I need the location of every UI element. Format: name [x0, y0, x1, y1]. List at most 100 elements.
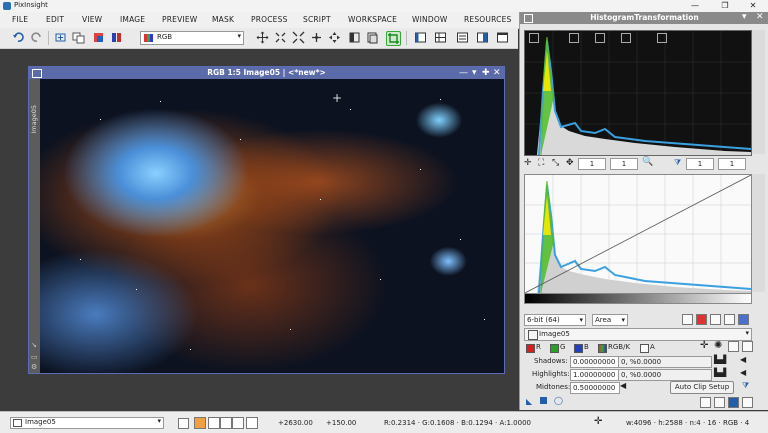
layout-stack-icon[interactable] — [476, 31, 489, 44]
menu-workspace[interactable]: WORKSPACE — [348, 15, 397, 24]
layout-left-icon[interactable] — [414, 31, 427, 44]
reset-all-icon[interactable] — [742, 397, 753, 408]
close-window-icon[interactable]: ✕ — [493, 67, 501, 79]
plot-mode-icon[interactable] — [595, 33, 605, 43]
undo-icon[interactable] — [12, 31, 25, 44]
arrow-down-icon[interactable]: ⧩ — [674, 158, 681, 168]
maximize-window-icon[interactable]: ✚ — [482, 67, 490, 79]
shade-window-icon[interactable]: ▾ — [472, 67, 477, 79]
menu-resources[interactable]: RESOURCES — [464, 15, 511, 24]
layout-window-icon[interactable] — [496, 31, 509, 44]
plot-mode-icon[interactable] — [621, 33, 631, 43]
clip-icon[interactable] — [742, 341, 753, 352]
menu-mask[interactable]: MASK — [212, 15, 234, 24]
real-time-preview-icon[interactable]: ◯ — [554, 396, 563, 405]
histogram-title-bar[interactable]: HistogramTransformation ▾ ✕ — [520, 12, 768, 24]
duplicate-icon[interactable] — [72, 31, 85, 44]
view-selector[interactable]: Image05 ▾ — [10, 417, 164, 429]
highlights-input[interactable]: 1.00000000 — [570, 369, 620, 381]
reset-icon[interactable] — [728, 341, 739, 352]
image-window-title-bar[interactable]: RGB 1:5 Image05 | <*new*> — ▾ ✚ ✕ — [29, 67, 504, 79]
display-channel-icon[interactable] — [232, 417, 244, 429]
channel-r-checkbox[interactable] — [526, 344, 535, 353]
readout-icon[interactable] — [328, 31, 341, 44]
vertical-zoom-spin[interactable]: 1 — [610, 158, 638, 170]
horizontal-zoom-spin[interactable]: 1 — [578, 158, 606, 170]
channel-g-checkbox[interactable] — [550, 344, 559, 353]
color-manage-icon[interactable] — [92, 31, 105, 44]
apply-icon[interactable] — [540, 397, 547, 404]
new-instance-icon[interactable]: ◣ — [526, 397, 532, 406]
display-channel-icon[interactable] — [208, 417, 220, 429]
layout-grid-icon[interactable] — [434, 31, 447, 44]
menu-preview[interactable]: PREVIEW — [162, 15, 197, 24]
menu-window[interactable]: WINDOW — [412, 15, 448, 24]
display-channel-icon[interactable] — [246, 417, 258, 429]
mask-icon[interactable] — [366, 31, 379, 44]
zoom-in-icon[interactable] — [274, 31, 287, 44]
menu-edit[interactable]: EDIT — [46, 15, 64, 24]
channel-select[interactable]: RGB ▾ — [140, 31, 244, 45]
output-histogram-plot[interactable] — [524, 174, 752, 294]
channel-icon[interactable] — [110, 31, 123, 44]
histogram-resolution-select[interactable]: 6-bit (64) ▾ — [524, 314, 586, 326]
right-horizontal-spin[interactable]: 1 — [686, 158, 714, 170]
shadows-input[interactable]: 0.00000000 — [570, 356, 620, 368]
zoom-fit-icon[interactable]: ⛶ — [538, 158, 544, 168]
area-select[interactable]: Area ▾ — [592, 314, 628, 326]
crop-icon[interactable] — [386, 31, 401, 46]
zoom-fit-icon[interactable] — [292, 31, 305, 44]
highlights-graph-icon[interactable]: ▙▟ — [714, 368, 726, 377]
graph-mode-icon[interactable] — [710, 314, 721, 325]
crosshair-icon[interactable]: ✛ — [524, 158, 532, 168]
arrow-down-icon[interactable]: ⧩ — [742, 381, 749, 391]
channel-rgbk-checkbox[interactable] — [598, 344, 607, 353]
script-icon[interactable] — [714, 397, 725, 408]
view-identifier-tab[interactable]: Image05 — [30, 105, 38, 134]
display-channel-icon[interactable] — [220, 417, 232, 429]
apply-global-icon[interactable] — [728, 397, 739, 408]
gear-icon[interactable]: ✺ — [714, 340, 722, 351]
browse-documentation-icon[interactable] — [700, 397, 711, 408]
red-graph-icon[interactable] — [696, 314, 707, 325]
transfer-gradient-bar[interactable] — [524, 293, 752, 304]
highlights-reset-icon[interactable]: ◀ — [740, 368, 746, 377]
nebula-image[interactable]: + — [40, 79, 504, 373]
crosshair-icon[interactable]: ✛ — [700, 340, 708, 351]
vertical-scrollbar[interactable] — [752, 30, 765, 154]
maximize-button[interactable]: ❐ — [710, 0, 740, 12]
graph-log-icon[interactable] — [724, 314, 735, 325]
zoom-1-1-icon[interactable] — [310, 31, 323, 44]
crosshair-icon[interactable]: ✛ — [594, 416, 602, 427]
minimize-button[interactable]: — — [680, 0, 710, 12]
histogram-transformation-window[interactable]: HistogramTransformation ▾ ✕ ✛ ⛶ ⤡ ✥ 1 1 … — [519, 12, 768, 410]
minimize-window-icon[interactable]: — — [459, 67, 468, 79]
zoom-extents-icon[interactable]: ⤡ — [552, 158, 559, 168]
menu-view[interactable]: VIEW — [82, 15, 102, 24]
menu-process[interactable]: PROCESS — [251, 15, 288, 24]
right-vertical-spin[interactable]: 1 — [718, 158, 746, 170]
plot-mode-icon[interactable] — [569, 33, 579, 43]
menu-image[interactable]: IMAGE — [120, 15, 145, 24]
auto-clip-setup-button[interactable]: Auto Clip Setup — [670, 381, 734, 394]
grid-icon[interactable] — [738, 314, 749, 325]
plot-mode-icon[interactable] — [529, 33, 539, 43]
shade-window-icon[interactable]: ▾ — [742, 12, 747, 22]
input-histogram-plot[interactable] — [524, 30, 752, 156]
channel-b-checkbox[interactable] — [574, 344, 583, 353]
close-button[interactable]: ✕ — [738, 0, 768, 12]
close-window-icon[interactable]: ✕ — [756, 12, 764, 22]
view-mode-icon[interactable] — [178, 418, 189, 429]
new-image-icon[interactable] — [54, 31, 67, 44]
redo-icon[interactable] — [30, 31, 43, 44]
menu-script[interactable]: SCRIPT — [303, 15, 331, 24]
channel-a-checkbox[interactable] — [640, 344, 649, 353]
shadows-graph-icon[interactable]: ▙▟ — [714, 355, 726, 364]
magnifier-icon[interactable]: 🔍 — [642, 157, 653, 167]
pan-icon[interactable]: ✥ — [566, 158, 574, 168]
image-window[interactable]: RGB 1:5 Image05 | <*new*> — ▾ ✚ ✕ Image0… — [28, 66, 505, 374]
layout-list-icon[interactable] — [456, 31, 469, 44]
settings-icon[interactable]: ⚙ — [31, 363, 37, 371]
shadows-reset-icon[interactable]: ◀ — [740, 355, 746, 364]
stf-icon[interactable] — [194, 417, 206, 429]
